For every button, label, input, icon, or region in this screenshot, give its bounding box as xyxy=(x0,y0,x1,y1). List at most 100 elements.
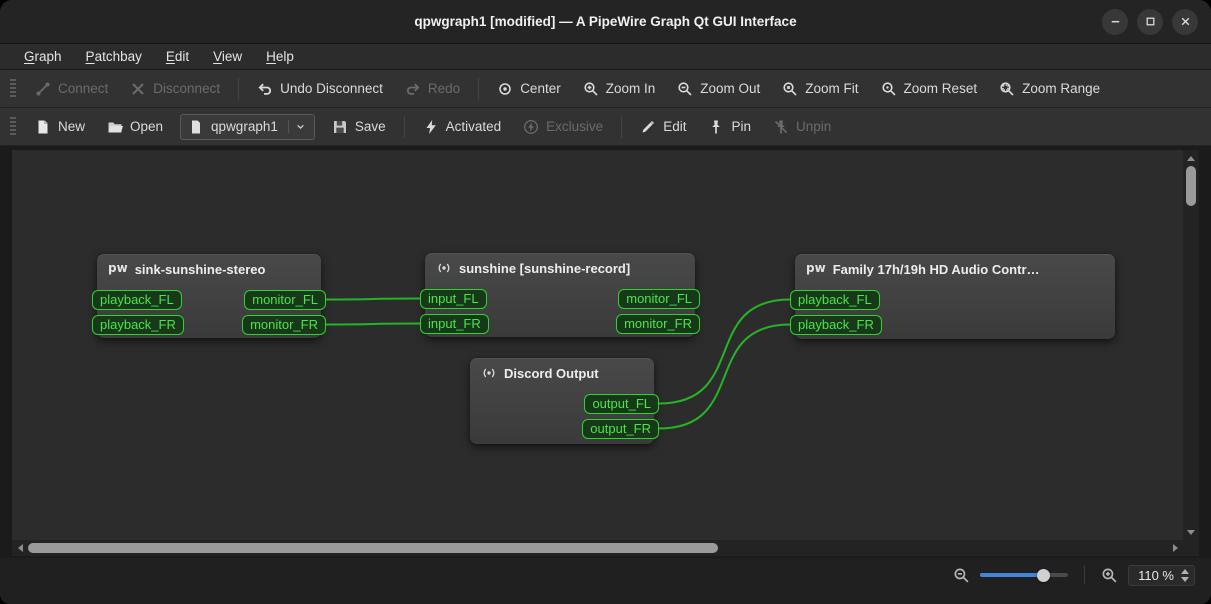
port-output-fl[interactable]: output_FL xyxy=(584,393,659,414)
toolbar-label: Redo xyxy=(427,81,461,96)
toolbar-button-redo[interactable]: Redo xyxy=(394,74,471,104)
toolbar-button-open[interactable]: Open xyxy=(96,112,174,142)
toolbar-button-connect[interactable]: Connect xyxy=(24,74,119,104)
vertical-scrollbar[interactable] xyxy=(1183,150,1199,540)
port-output-fr[interactable]: output_FR xyxy=(582,418,659,439)
graph-canvas[interactable]: pw sink-sunshine-stereo playback_FL monitor… xyxy=(12,150,1183,540)
node-sink-sunshine-stereo[interactable]: pw sink-sunshine-stereo playback_FLmonitor… xyxy=(92,254,326,338)
toolbar-button-save[interactable]: Save xyxy=(321,112,397,142)
toolbar-file: New Open qpwgraph1 Save Activated Exclusive Ed… xyxy=(0,108,1211,146)
zoom-fit-icon xyxy=(782,81,798,97)
port-row: playback_FL monitor_FL xyxy=(92,287,326,312)
port-playback-fl[interactable]: playback_FL xyxy=(92,289,182,310)
zoom-slider-track[interactable] xyxy=(980,573,1069,577)
toolbar-button-unpin[interactable]: Unpin xyxy=(762,112,842,142)
zoom-slider-handle[interactable] xyxy=(1037,568,1051,582)
save-icon xyxy=(332,119,348,135)
toolbar-button-pin[interactable]: Pin xyxy=(697,112,762,142)
zoom-in-icon xyxy=(1101,567,1118,584)
activated-icon xyxy=(423,119,439,135)
port-playback-fr[interactable]: playback_FR xyxy=(92,314,184,335)
toolbar-button-zoom-fit[interactable]: Zoom Fit xyxy=(771,74,869,104)
zoom-range-icon xyxy=(999,81,1015,97)
speaker-icon xyxy=(436,260,452,276)
menu-graph[interactable]: Graph xyxy=(12,46,74,67)
port-playback-fl[interactable]: playback_FL xyxy=(790,289,880,310)
window-minimize-button[interactable] xyxy=(1102,8,1128,35)
scroll-down-button[interactable] xyxy=(1183,524,1199,540)
toolbar-button-zoom-reset[interactable]: Zoom Reset xyxy=(870,74,989,104)
zoom-value[interactable]: 110 % xyxy=(1138,568,1174,583)
toolbar-button-zoom-range[interactable]: Zoom Range xyxy=(988,74,1111,104)
port-input-fl[interactable]: input_FL xyxy=(420,288,487,309)
node-family-17h-19h-hd-audio-contr[interactable]: pw Family 17h/19h HD Audio Contr… playback… xyxy=(790,254,1115,339)
close-icon xyxy=(1178,14,1193,29)
port-monitor-fl[interactable]: monitor_FL xyxy=(618,288,700,309)
connection-wire[interactable] xyxy=(658,323,791,430)
toolbar-button-activated[interactable]: Activated xyxy=(412,112,513,142)
horizontal-scrollbar-thumb[interactable] xyxy=(28,543,718,553)
toolbar-separator xyxy=(238,77,240,100)
toolbar-separator xyxy=(621,115,623,138)
toolbar-separator xyxy=(403,115,405,138)
port-monitor-fl[interactable]: monitor_FL xyxy=(244,289,326,310)
toolbar-button-edit[interactable]: Edit xyxy=(629,112,697,142)
toolbar-button-exclusive[interactable]: Exclusive xyxy=(512,112,614,142)
arrow-left-icon xyxy=(17,544,23,552)
toolbar-label: Save xyxy=(354,119,386,134)
speaker-icon xyxy=(481,365,497,381)
port-playback-fr[interactable]: playback_FR xyxy=(790,314,882,335)
node-sunshine-sunshine-record[interactable]: sunshine [sunshine-record] input_FL monito… xyxy=(420,253,700,337)
connection-wire[interactable] xyxy=(325,297,421,301)
spin-down-icon[interactable] xyxy=(1181,576,1189,582)
toolbar-button-zoom-out[interactable]: Zoom Out xyxy=(666,74,771,104)
toolbar-button-qpwgraph1[interactable]: qpwgraph1 xyxy=(180,113,315,140)
scroll-left-button[interactable] xyxy=(12,540,28,556)
spin-up-icon[interactable] xyxy=(1181,568,1189,574)
scroll-right-button[interactable] xyxy=(1167,540,1183,556)
port-monitor-fr[interactable]: monitor_FR xyxy=(242,314,326,335)
file-icon xyxy=(188,119,204,135)
toolbar-button-undo-disconnect[interactable]: Undo Disconnect xyxy=(246,74,394,104)
arrow-right-icon xyxy=(1172,544,1178,552)
toolbar-label: Edit xyxy=(663,119,687,134)
toolbar-label: Connect xyxy=(58,81,109,96)
toolbar-handle[interactable] xyxy=(10,78,16,99)
node-header: Discord Output xyxy=(470,358,654,391)
toolbar-button-new[interactable]: New xyxy=(24,112,96,142)
zoom-slider-fill xyxy=(980,573,1044,577)
horizontal-scrollbar[interactable] xyxy=(12,540,1183,556)
zoom-slider[interactable] xyxy=(980,567,1069,583)
node-header: pw sink-sunshine-stereo xyxy=(97,254,321,287)
toolbar-handle[interactable] xyxy=(10,116,16,137)
toolbar-label: Undo Disconnect xyxy=(280,81,383,96)
title-bar[interactable]: qpwgraph1 [modified] — A PipeWire Graph … xyxy=(0,0,1211,44)
window-maximize-button[interactable] xyxy=(1137,8,1163,35)
toolbar-button-center[interactable]: Center xyxy=(486,74,572,104)
scroll-up-button[interactable] xyxy=(1183,150,1199,166)
vertical-scrollbar-thumb[interactable] xyxy=(1186,166,1196,206)
connect-icon xyxy=(35,81,51,97)
window-close-button[interactable] xyxy=(1172,8,1198,35)
connection-wire[interactable] xyxy=(325,322,421,326)
menu-patchbay[interactable]: Patchbay xyxy=(74,46,154,67)
port-row: output_FR xyxy=(470,416,659,441)
menu-view[interactable]: View xyxy=(201,46,254,67)
canvas-wrap: pw sink-sunshine-stereo playback_FL monitor… xyxy=(12,150,1199,556)
port-monitor-fr[interactable]: monitor_FR xyxy=(616,313,700,334)
node-discord-output[interactable]: Discord Output output_FL output_FR xyxy=(470,358,659,444)
zoom-spinbox[interactable]: 110 % xyxy=(1128,564,1195,586)
redo-icon xyxy=(405,81,421,97)
arrow-up-icon xyxy=(1187,155,1195,161)
toolbar-separator xyxy=(478,77,480,100)
toolbar-button-zoom-in[interactable]: Zoom In xyxy=(572,74,667,104)
toolbar-label: Center xyxy=(520,81,561,96)
menu-edit[interactable]: Edit xyxy=(154,46,201,67)
menu-help[interactable]: Help xyxy=(254,46,306,67)
maximize-icon xyxy=(1143,14,1158,29)
port-input-fr[interactable]: input_FR xyxy=(420,313,489,334)
toolbar-button-disconnect[interactable]: Disconnect xyxy=(119,74,231,104)
toolbar-label: qpwgraph1 xyxy=(211,119,278,134)
status-separator xyxy=(1084,566,1086,584)
exclusive-icon xyxy=(523,119,539,135)
